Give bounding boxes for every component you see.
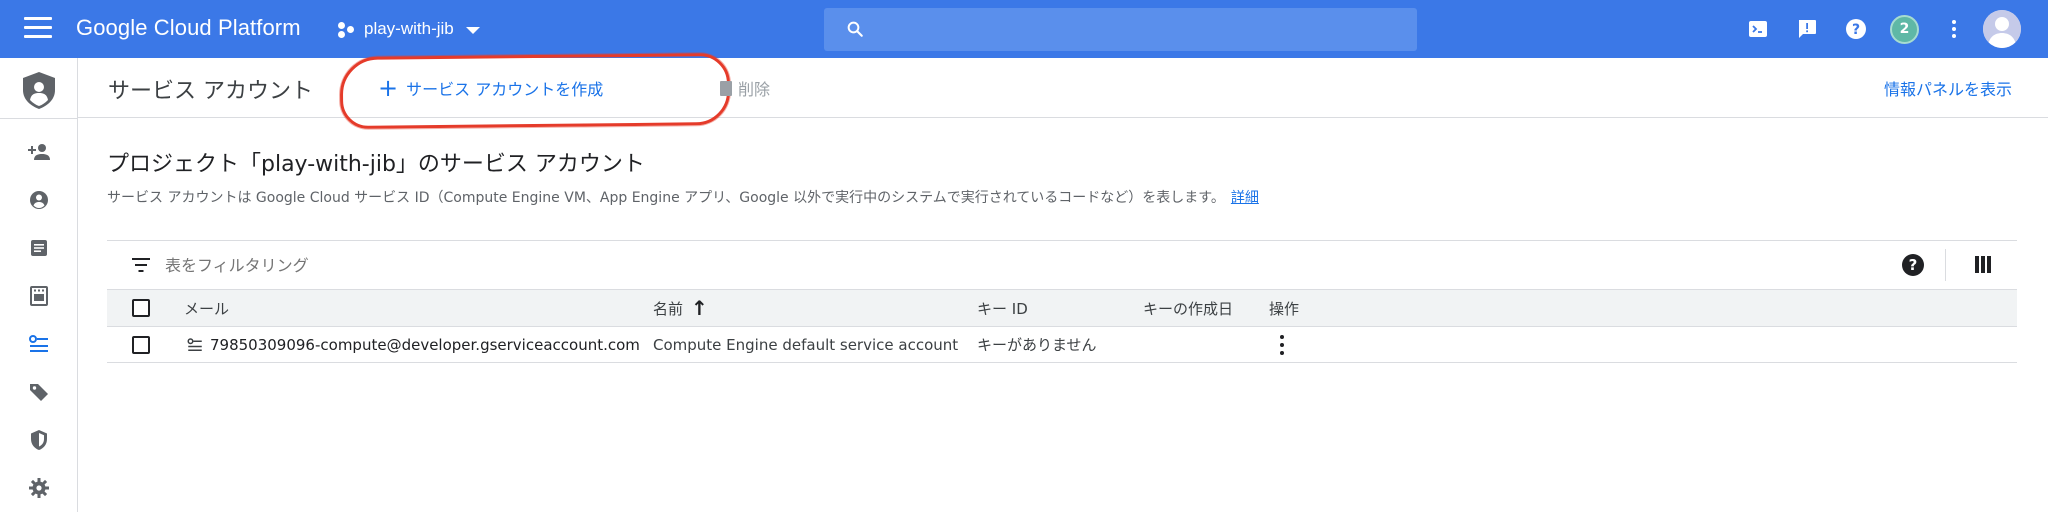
description-text: サービス アカウントは Google Cloud サービス ID（Compute… xyxy=(107,190,1225,206)
tag-icon[interactable] xyxy=(27,380,51,404)
select-all-checkbox[interactable] xyxy=(132,299,150,317)
feedback-icon[interactable] xyxy=(1795,17,1819,41)
show-info-panel-link[interactable]: 情報パネルを表示 xyxy=(1884,76,2012,100)
help-icon[interactable]: ? xyxy=(1844,17,1868,41)
name-cell: Compute Engine default service account xyxy=(653,335,959,354)
create-button-label: サービス アカウントを作成 xyxy=(406,80,604,99)
row-select-cell xyxy=(132,327,150,362)
table-header: メール 名前 ↑ キー ID キーの作成日 操作 xyxy=(107,290,2017,327)
article-icon[interactable] xyxy=(27,236,51,260)
menu-icon[interactable] xyxy=(24,17,52,41)
filter-icon xyxy=(132,258,150,272)
left-nav xyxy=(0,58,78,512)
service-account-email-link[interactable]: 79850309096-compute@developer.gserviceac… xyxy=(210,336,640,354)
column-header-key-created[interactable]: キーの作成日 xyxy=(1143,290,1233,326)
search-bar[interactable] xyxy=(824,8,1417,51)
column-header-actions: 操作 xyxy=(1269,299,1300,318)
sort-ascending-icon: ↑ xyxy=(691,296,708,320)
top-app-bar: Google Cloud Platform play-with-jib ? 2 xyxy=(0,0,2048,58)
actions-cell xyxy=(1279,327,1285,362)
column-header-key-id[interactable]: キー ID xyxy=(977,290,1028,326)
trash-icon xyxy=(720,80,732,96)
project-dots-icon xyxy=(338,20,356,38)
service-account-icon[interactable] xyxy=(27,332,51,356)
column-header-email[interactable]: メール xyxy=(184,290,229,326)
delete-button[interactable]: 削除 xyxy=(720,70,770,106)
email-cell: 79850309096-compute@developer.gserviceac… xyxy=(186,327,640,362)
name-header-label: 名前 xyxy=(653,299,684,318)
account-circle-icon[interactable] xyxy=(27,188,51,212)
table-filter-bar: ? xyxy=(107,240,2017,290)
caret-down-icon xyxy=(465,26,480,34)
page-header: サービス アカウント + サービス アカウントを作成 削除 情報パネルを表示 xyxy=(78,52,2048,130)
brand-title[interactable]: Google Cloud Platform xyxy=(76,15,301,41)
gear-icon[interactable] xyxy=(27,476,51,500)
service-account-icon xyxy=(187,337,202,351)
column-display-icon[interactable] xyxy=(1975,256,1991,273)
toolbar-divider xyxy=(1945,249,1946,281)
badge-icon[interactable] xyxy=(27,284,51,308)
notification-badge[interactable]: 2 xyxy=(1890,15,1919,44)
help-icon[interactable]: ? xyxy=(1902,254,1924,276)
section-description: サービス アカウントは Google Cloud サービス ID（Compute… xyxy=(107,187,1259,207)
search-input[interactable] xyxy=(880,8,1400,51)
project-name: play-with-jib xyxy=(364,19,454,38)
project-selector[interactable]: play-with-jib xyxy=(338,16,480,42)
select-all-cell xyxy=(132,290,150,326)
plus-icon: + xyxy=(378,74,399,102)
more-actions-icon[interactable] xyxy=(1279,334,1285,356)
filter-input[interactable] xyxy=(165,241,765,289)
account-avatar-icon[interactable] xyxy=(1983,10,2021,48)
create-service-account-button[interactable]: + サービス アカウントを作成 xyxy=(378,70,603,106)
add-member-icon[interactable] xyxy=(27,140,51,164)
cloud-shell-icon[interactable] xyxy=(1746,17,1770,41)
more-vert-icon[interactable] xyxy=(1942,17,1966,41)
table-row: 79850309096-compute@developer.gserviceac… xyxy=(107,327,2017,363)
page-title: サービス アカウント xyxy=(108,79,313,104)
delete-button-label: 削除 xyxy=(738,80,771,99)
key-id-cell: キーがありません xyxy=(977,336,1097,354)
details-link[interactable]: 詳細 xyxy=(1231,190,1259,206)
section-title: プロジェクト「play-with-jib」のサービス アカウント xyxy=(107,152,645,177)
svg-text:?: ? xyxy=(1852,22,1860,38)
iam-shield-logo-icon xyxy=(23,72,55,109)
column-header-name[interactable]: 名前 ↑ xyxy=(653,290,708,326)
shield-icon[interactable] xyxy=(27,428,51,452)
search-icon xyxy=(847,21,863,37)
row-checkbox[interactable] xyxy=(132,335,150,354)
nav-divider xyxy=(0,118,78,119)
